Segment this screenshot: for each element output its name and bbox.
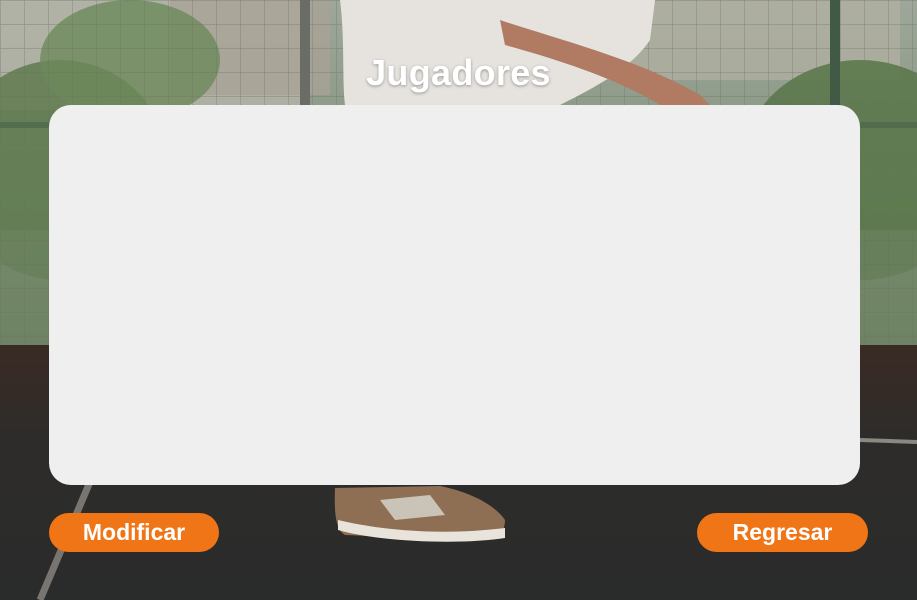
modify-button[interactable]: Modificar (49, 513, 219, 552)
back-button[interactable]: Regresar (697, 513, 868, 552)
page-title: Jugadores (366, 52, 551, 93)
players-list-panel (49, 105, 860, 485)
